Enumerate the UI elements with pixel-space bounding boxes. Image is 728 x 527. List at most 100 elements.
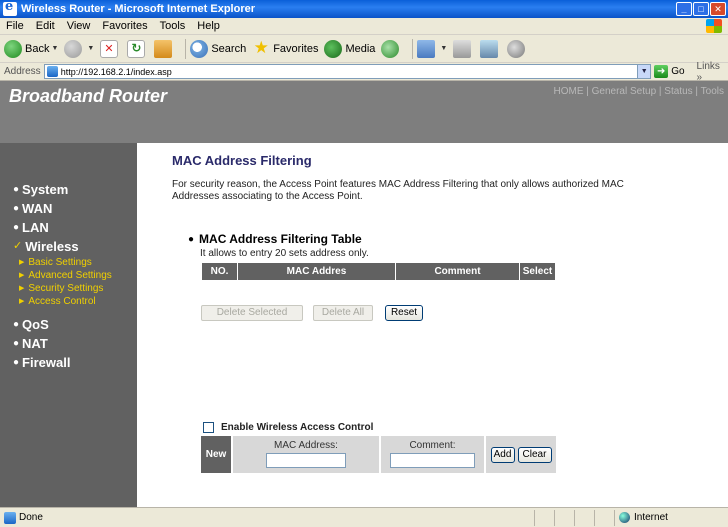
menu-favorites[interactable]: Favorites (96, 20, 153, 32)
mail-dropdown-icon[interactable]: ▼ (440, 45, 447, 52)
star-icon: ★ (253, 37, 269, 57)
maximize-button[interactable]: □ (693, 2, 709, 16)
status-cells (534, 509, 614, 526)
topnav-separator: | (583, 86, 592, 97)
sidebar-item-nat[interactable]: ● NAT (13, 334, 112, 353)
clear-button[interactable]: Clear (517, 446, 552, 463)
menu-view[interactable]: View (61, 20, 97, 32)
topnav-tools[interactable]: Tools (701, 86, 724, 97)
toolbar-separator (185, 38, 187, 59)
sidebar-item-label: LAN (22, 220, 49, 235)
address-label: Address (4, 66, 41, 77)
topnav-status[interactable]: Status (664, 86, 692, 97)
print-button[interactable] (453, 39, 474, 58)
back-button[interactable]: Back ▼ (4, 39, 58, 58)
topnav-home[interactable]: HOME (553, 86, 583, 97)
favorites-label: Favorites (273, 42, 319, 55)
stop-button[interactable] (100, 39, 121, 58)
column-header-select: Select (519, 262, 556, 281)
forward-dropdown-icon[interactable]: ▼ (87, 45, 94, 52)
subitem-access-control[interactable]: ▶ Access Control (13, 295, 112, 308)
triangle-right-icon: ▶ (19, 259, 25, 266)
menu-edit[interactable]: Edit (30, 20, 61, 32)
mac-filter-table: NO. MAC Addres Comment Select (201, 262, 556, 281)
windows-logo-icon (706, 19, 722, 33)
column-header-comment: Comment (395, 262, 520, 281)
toolbar-separator (412, 38, 414, 59)
sidebar-item-label: QoS (22, 317, 49, 332)
go-arrow-icon: ➜ (654, 65, 669, 78)
subitem-label: Advanced Settings (28, 270, 112, 281)
stop-icon (100, 39, 119, 58)
address-input[interactable]: http://192.168.2.1/index.asp ▼ (43, 64, 652, 79)
minimize-button[interactable]: _ (676, 2, 692, 16)
address-bar: Address http://192.168.2.1/index.asp ▼ ➜… (0, 61, 728, 83)
comment-label: Comment: (409, 440, 456, 451)
comment-input[interactable] (390, 453, 475, 468)
sidebar-item-label: Firewall (22, 355, 71, 370)
page-done-icon (4, 511, 16, 524)
sidebar-item-lan[interactable]: ● LAN (13, 218, 112, 237)
subitem-basic-settings[interactable]: ▶ Basic Settings (13, 256, 112, 269)
subitem-label: Basic Settings (28, 257, 92, 268)
forward-button[interactable]: ▼ (64, 39, 94, 58)
bullet-icon: ● (13, 184, 20, 195)
zone-label: Internet (634, 512, 668, 523)
edit-icon (480, 39, 499, 58)
go-button[interactable]: ➜ Go (654, 65, 685, 78)
security-zone: Internet (614, 509, 720, 526)
address-dropdown-icon[interactable]: ▼ (637, 65, 651, 78)
messenger-icon (507, 39, 526, 58)
back-dropdown-icon[interactable]: ▼ (51, 45, 58, 52)
new-entry-table: New MAC Address: Comment: Add Clear (201, 436, 556, 473)
history-button[interactable] (381, 39, 402, 58)
subitem-security-settings[interactable]: ▶ Security Settings (13, 282, 112, 295)
delete-selected-button[interactable]: Delete Selected (201, 305, 303, 321)
column-header-mac: MAC Addres (237, 262, 396, 281)
links-button[interactable]: Links » (697, 61, 728, 83)
subitem-advanced-settings[interactable]: ▶ Advanced Settings (13, 269, 112, 282)
search-button[interactable]: Search (190, 39, 246, 58)
menu-help[interactable]: Help (191, 20, 226, 32)
sidebar-item-qos[interactable]: ● QoS (13, 315, 112, 334)
messenger-button[interactable] (507, 39, 528, 58)
refresh-icon (127, 39, 146, 58)
mail-icon (417, 39, 436, 58)
menu-file[interactable]: File (0, 20, 30, 32)
sidebar-item-label: System (22, 182, 69, 197)
media-button[interactable]: Media (324, 39, 375, 58)
router-banner: Broadband Router HOME | General Setup | … (0, 81, 728, 143)
section-title: ● MAC Address Filtering Table (188, 232, 362, 246)
media-icon (324, 39, 343, 58)
mail-button[interactable]: ▼ (417, 39, 447, 58)
refresh-button[interactable] (127, 39, 148, 58)
sidebar-item-firewall[interactable]: ● Firewall (13, 353, 112, 372)
status-text: Done (19, 512, 43, 523)
favorites-button[interactable]: ★ Favorites (252, 37, 319, 58)
close-button[interactable]: ✕ (710, 2, 726, 16)
links-label: Links (696, 60, 720, 72)
menu-tools[interactable]: Tools (154, 20, 192, 32)
status-bar: Done Internet (0, 507, 728, 527)
bullet-icon: ● (188, 233, 195, 245)
sidebar-item-wan[interactable]: ● WAN (13, 199, 112, 218)
mac-address-input[interactable] (266, 453, 346, 468)
enable-access-control-label: Enable Wireless Access Control (221, 422, 374, 433)
address-url[interactable]: http://192.168.2.1/index.asp (61, 67, 638, 77)
sidebar-item-system[interactable]: ● System (13, 180, 112, 199)
action-cell: Add Clear (484, 436, 556, 473)
enable-access-control-checkbox[interactable] (203, 422, 214, 433)
comment-cell: Comment: (379, 436, 484, 473)
globe-icon (619, 512, 630, 523)
home-button[interactable] (154, 39, 175, 58)
triangle-right-icon: ▶ (19, 285, 25, 292)
topnav-general-setup[interactable]: General Setup (592, 86, 657, 97)
delete-all-button[interactable]: Delete All (313, 305, 373, 321)
reset-button[interactable]: Reset (385, 305, 423, 321)
sidebar-item-label: Wireless (25, 239, 79, 254)
sidebar-item-wireless[interactable]: ✓ Wireless (13, 237, 112, 256)
section-subtitle: It allows to entry 20 sets address only. (200, 248, 369, 259)
add-button[interactable]: Add (490, 446, 515, 463)
menu-bar: File Edit View Favorites Tools Help (0, 18, 728, 35)
edit-button[interactable] (480, 39, 501, 58)
